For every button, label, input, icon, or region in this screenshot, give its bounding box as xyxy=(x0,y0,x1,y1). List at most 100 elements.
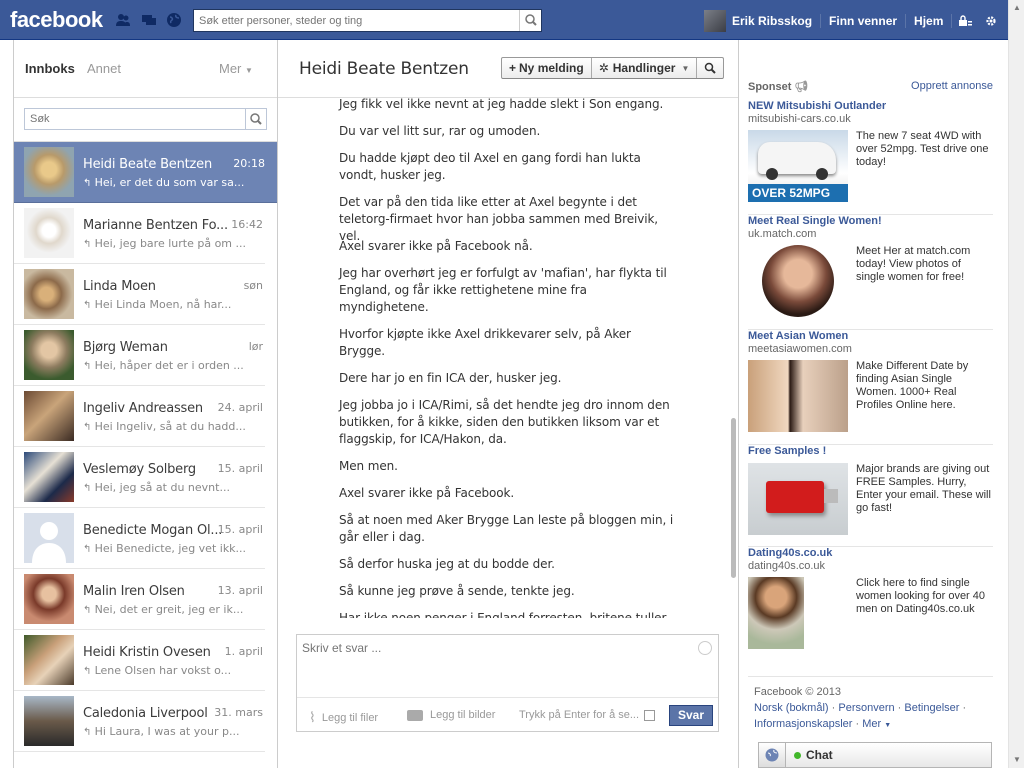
notifications-globe-icon[interactable] xyxy=(166,12,182,28)
footer-link-more[interactable]: Mer xyxy=(862,718,881,730)
snippet-text: Hei Benedicte, jeg vet ikk... xyxy=(94,542,247,555)
facebook-logo[interactable]: facebook xyxy=(10,7,103,33)
snippet-text: Hei Linda Moen, nå har... xyxy=(94,298,232,311)
message-text: Jeg jobba jo i ICA/Rimi, så det hendte j… xyxy=(339,398,670,446)
thread-item[interactable]: Malin Iren Olsen 13. april ↰ Nei, det er g… xyxy=(14,569,265,630)
tab-other[interactable]: Annet xyxy=(87,61,121,76)
footer-link-cookies[interactable]: Informasjonskapsler xyxy=(754,718,852,730)
emoticon-icon[interactable] xyxy=(698,641,712,655)
thread-item[interactable]: Linda Moen søn ↰ Hei Linda Moen, nå har... xyxy=(14,264,265,325)
tab-inbox[interactable]: Innboks xyxy=(25,61,75,76)
search-button[interactable] xyxy=(519,10,541,31)
ad-image-caption: OVER 52MPG xyxy=(748,184,848,202)
ad-title[interactable]: Dating40s.co.uk xyxy=(748,547,993,559)
thread-date: 15. april xyxy=(217,462,263,475)
snippet-text: Hei, håper det er i orden ... xyxy=(94,359,244,372)
page-scrollbar[interactable]: ▲ ▼ xyxy=(1008,0,1024,768)
footer-link-privacy[interactable]: Personvern xyxy=(838,702,894,714)
reply-arrow-icon: ↰ xyxy=(83,605,95,616)
more-dropdown[interactable]: Mer ▼ xyxy=(219,61,253,76)
user-avatar[interactable] xyxy=(704,10,726,32)
privacy-shortcuts-icon[interactable] xyxy=(952,12,978,30)
find-friends-link[interactable]: Finn venner xyxy=(821,14,907,28)
thread-item[interactable]: Bjørg Weman lør ↰ Hei, håper det er i orde… xyxy=(14,325,265,386)
footer-link-terms[interactable]: Betingelser xyxy=(904,702,959,714)
camera-icon xyxy=(407,709,423,721)
add-files-button[interactable]: ⌇ Legg til filer xyxy=(309,709,378,726)
messages-icon[interactable] xyxy=(141,12,157,28)
thread-list: Heidi Beate Bentzen 20:18 ↰ Hei, er det du… xyxy=(14,142,277,752)
ad-url: mitsubishi-cars.co.uk xyxy=(748,113,851,125)
sponsored-label: Sponset xyxy=(748,81,792,93)
ad-title[interactable]: NEW Mitsubishi Outlander xyxy=(748,100,993,112)
ad-body: The new 7 seat 4WD with over 52mpg. Test… xyxy=(856,130,989,168)
global-search[interactable] xyxy=(193,9,542,32)
reply-box: ⌇ Legg til filer Legg til bilder Trykk på… xyxy=(296,634,719,732)
online-status-icon xyxy=(794,751,801,759)
scroll-down-arrow-icon[interactable]: ▼ xyxy=(1012,755,1022,765)
conversation-title[interactable]: Heidi Beate Bentzen xyxy=(299,59,469,79)
send-button[interactable]: Svar xyxy=(669,705,713,726)
message-text: Så kunne jeg prøve å sende, tenkte jeg. xyxy=(339,584,575,598)
new-message-button[interactable]: + Ny melding xyxy=(502,58,592,78)
ad-title[interactable]: Free Samples ! xyxy=(748,445,993,457)
add-photos-button[interactable]: Legg til bilder xyxy=(407,709,495,721)
message-scrollbar[interactable] xyxy=(731,418,736,578)
thread-date: 24. april xyxy=(217,401,263,414)
message-text: Men men. xyxy=(339,459,398,473)
settings-gear-icon[interactable] xyxy=(978,12,1004,30)
ad-item[interactable]: NEW Mitsubishi Outlander mitsubishi-cars.… xyxy=(748,100,993,215)
ad-image[interactable] xyxy=(748,463,848,535)
thread-item[interactable]: Caledonia Liverpool 31. mars ↰ Hi Laura, I… xyxy=(14,691,265,752)
copyright: Facebook © 2013 xyxy=(754,686,841,698)
ad-item[interactable]: Free Samples ! Major brands are giving ou… xyxy=(748,445,993,547)
ad-body: Meet Her at match.com today! View photos… xyxy=(856,245,971,283)
ad-item[interactable]: Meet Real Single Women! uk.match.com Meet … xyxy=(748,215,993,330)
thread-item[interactable]: Ingeliv Andreassen 24. april ↰ Hei Ingeliv… xyxy=(14,386,265,447)
enter-to-send-checkbox[interactable] xyxy=(644,710,655,721)
ad-image[interactable]: OVER 52MPG xyxy=(748,130,848,202)
thread-item[interactable]: Benedicte Mogan Ol... 15. april ↰ Hei Bene… xyxy=(14,508,265,569)
chat-globe-icon[interactable] xyxy=(758,742,786,768)
create-ad-link[interactable]: Opprett annonse xyxy=(911,80,993,92)
actions-dropdown[interactable]: ✲ Handlinger ▼ xyxy=(592,58,698,78)
inbox-search[interactable] xyxy=(24,108,267,130)
inbox-search-row xyxy=(14,98,277,142)
chevron-down-icon: ▼ xyxy=(681,63,690,73)
snippet-text: Hei Ingeliv, så at du hadd... xyxy=(94,420,246,433)
header-nav: Erik Ribsskog Finn venner Hjem xyxy=(704,10,1004,32)
inbox-search-button[interactable] xyxy=(245,109,266,129)
reply-input[interactable] xyxy=(297,635,697,695)
thread-name: Caledonia Liverpool xyxy=(83,706,208,721)
message-text: Du var vel litt sur, rar og umoden. xyxy=(339,124,541,138)
ad-title[interactable]: Meet Asian Women xyxy=(748,330,993,342)
ad-title[interactable]: Meet Real Single Women! xyxy=(748,215,993,227)
thread-item[interactable]: Heidi Beate Bentzen 20:18 ↰ Hei, er det du… xyxy=(14,142,277,203)
message-text: Jeg har overhørt jeg er forfulgt av 'maf… xyxy=(339,266,667,314)
ad-image[interactable] xyxy=(748,245,848,317)
global-search-input[interactable] xyxy=(194,10,514,31)
thread-item[interactable]: Veslemøy Solberg 15. april ↰ Hei, jeg så a… xyxy=(14,447,265,508)
thread-avatar xyxy=(24,696,74,746)
thread-item[interactable]: Heidi Kristin Ovesen 1. april ↰ Lene Olsen… xyxy=(14,630,265,691)
ad-item[interactable]: Meet Asian Women meetasiawomen.com Make Di… xyxy=(748,330,993,445)
chat-button[interactable]: Chat xyxy=(786,742,992,768)
new-message-label: Ny melding xyxy=(519,61,584,75)
home-link[interactable]: Hjem xyxy=(906,14,953,28)
ad-image[interactable] xyxy=(748,577,848,649)
reply-arrow-icon: ↰ xyxy=(83,727,95,738)
scroll-up-arrow-icon[interactable]: ▲ xyxy=(1012,3,1022,13)
reply-arrow-icon: ↰ xyxy=(83,483,95,494)
thread-name: Marianne Bentzen Fo... xyxy=(83,218,228,233)
ad-item[interactable]: Dating40s.co.uk dating40s.co.uk Click here… xyxy=(748,547,993,677)
footer-link-language[interactable]: Norsk (bokmål) xyxy=(754,702,829,714)
friend-requests-icon[interactable] xyxy=(115,12,131,28)
thread-avatar xyxy=(24,635,74,685)
search-conversation-button[interactable] xyxy=(697,58,723,78)
ad-image[interactable] xyxy=(748,360,848,432)
reply-arrow-icon: ↰ xyxy=(83,178,95,189)
thread-item[interactable]: Marianne Bentzen Fo... 16:42 ↰ Hei, jeg ba… xyxy=(14,203,265,264)
profile-link[interactable]: Erik Ribsskog xyxy=(732,14,822,28)
inbox-search-input[interactable] xyxy=(25,109,243,129)
snippet-text: Hei, jeg bare lurte på om ... xyxy=(94,237,247,250)
